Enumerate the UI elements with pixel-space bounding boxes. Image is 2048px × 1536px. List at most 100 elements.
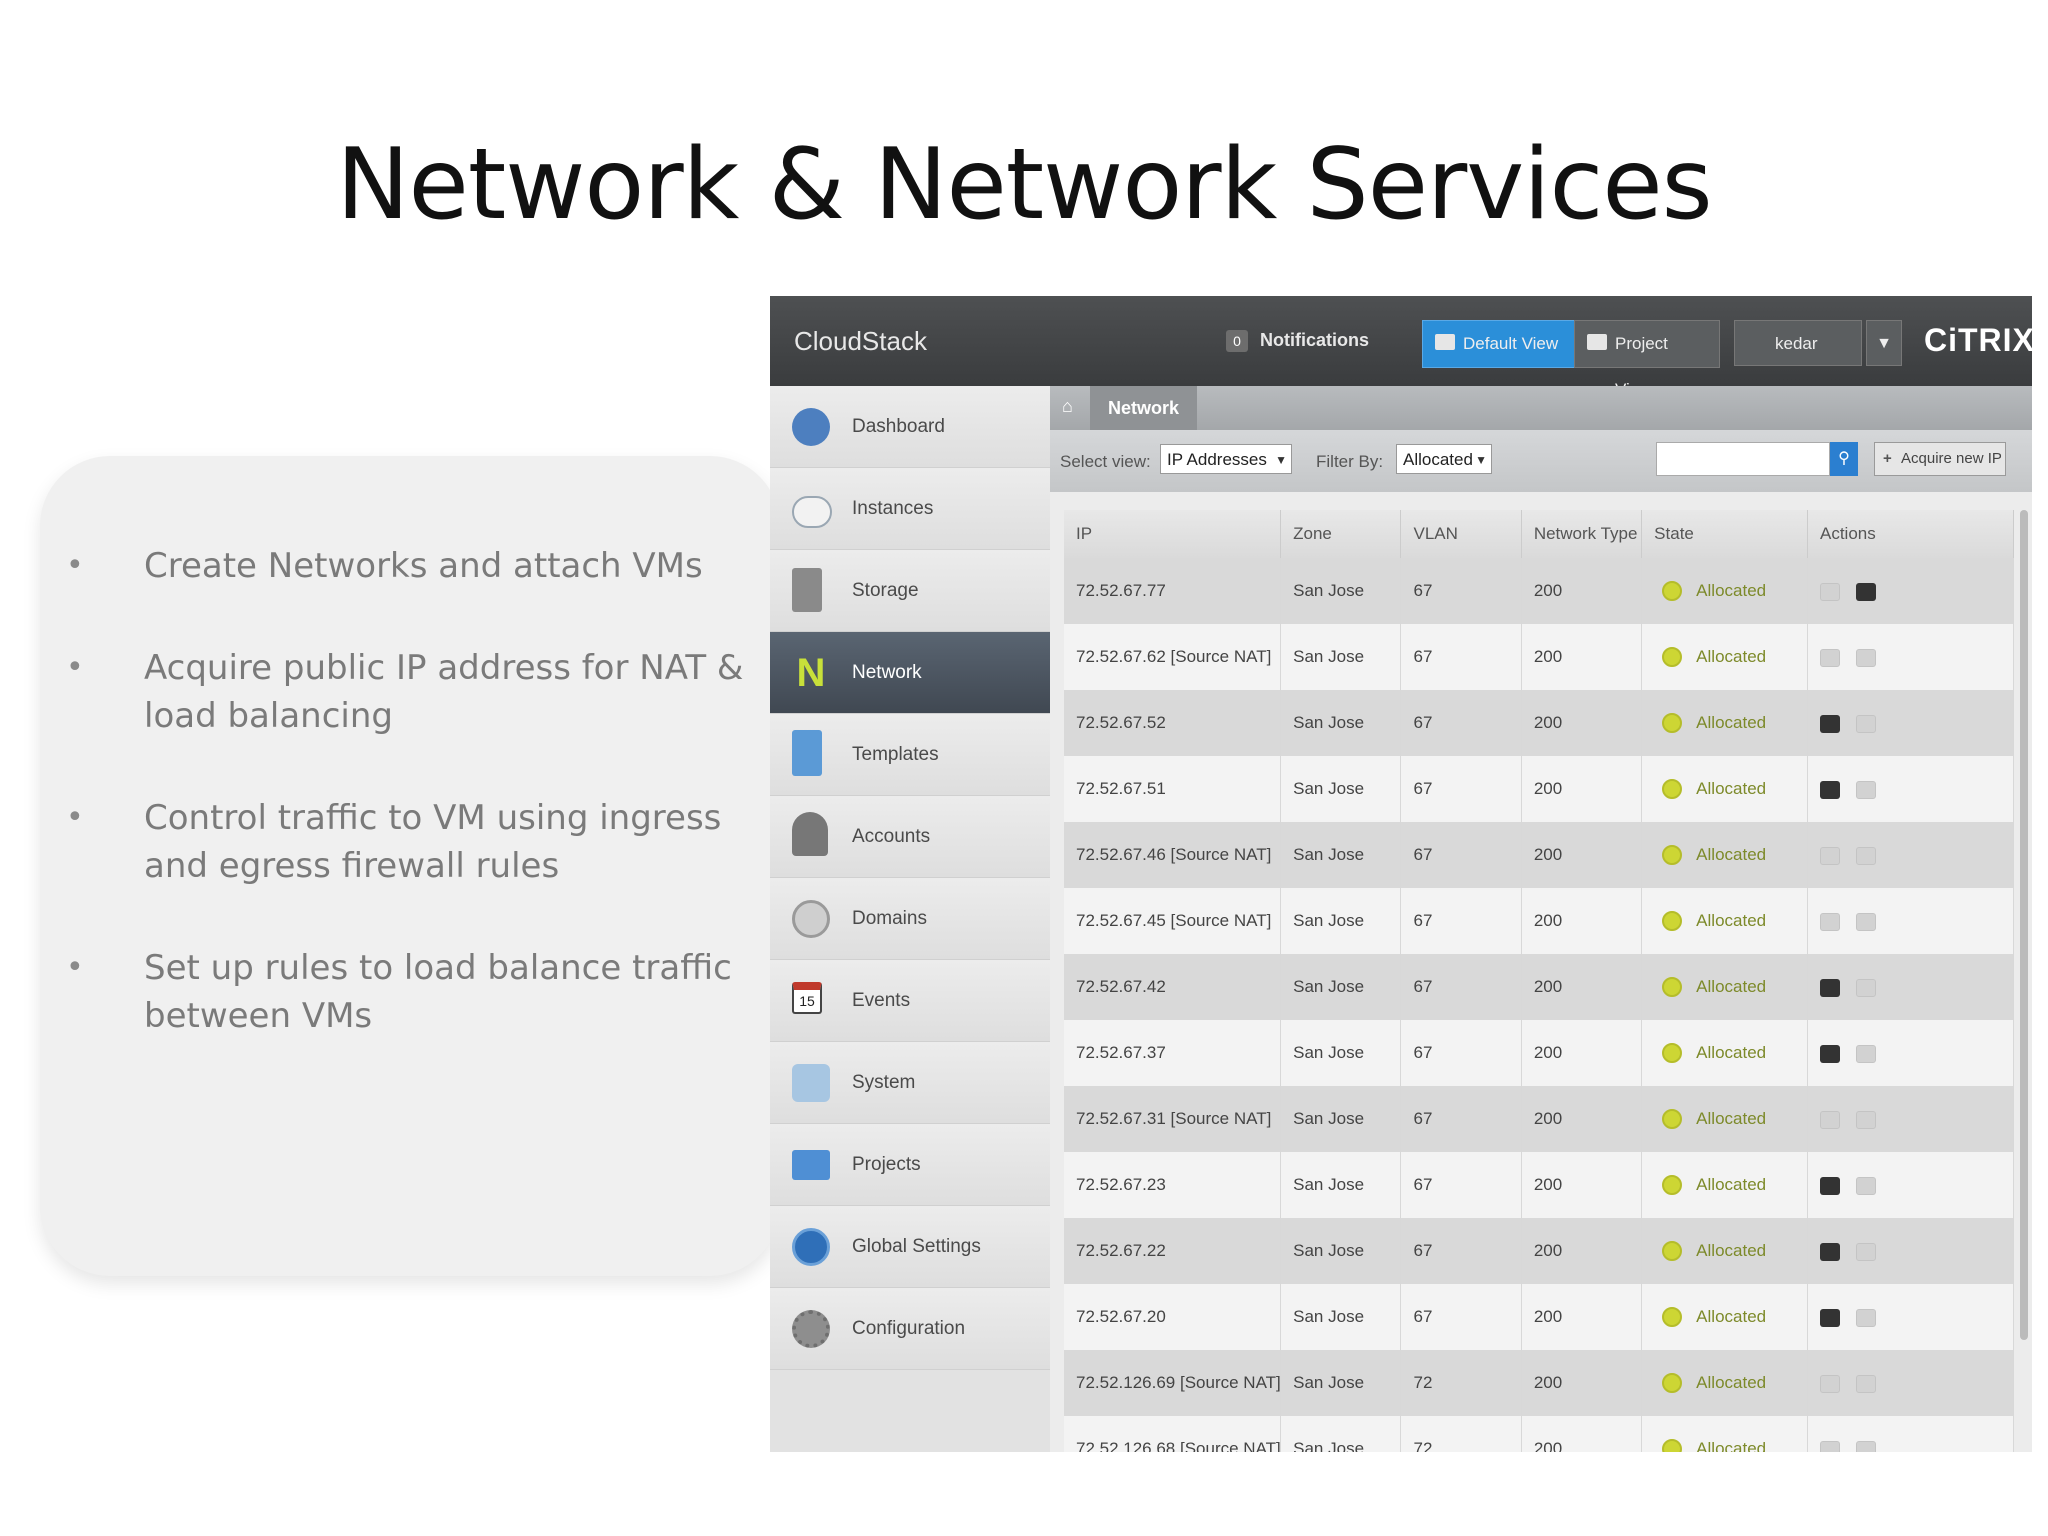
sidebar-item-domains[interactable]: Domains (770, 878, 1050, 960)
vertical-scrollbar[interactable] (2020, 510, 2028, 1340)
sidebar-item-global-settings[interactable]: Global Settings (770, 1206, 1050, 1288)
ip-cell[interactable]: 72.52.126.68 [Source NAT] (1064, 1416, 1282, 1452)
vlan-cell: 67 (1400, 1284, 1522, 1350)
state-text: Allocated (1696, 1438, 1767, 1452)
enable-static-nat-icon[interactable] (1820, 978, 1840, 997)
release-ip-icon[interactable] (1856, 1374, 1876, 1393)
ip-cell[interactable]: 72.52.67.42 (1064, 954, 1282, 1020)
table-row[interactable]: 72.52.67.22 San Jose 67 200 Allocated (1064, 1218, 2014, 1284)
ip-cell[interactable]: 72.52.67.52 (1064, 690, 1282, 756)
table-row[interactable]: 72.52.67.23 San Jose 67 200 Allocated (1064, 1152, 2014, 1218)
home-icon[interactable]: ⌂ (1062, 396, 1082, 418)
ip-cell[interactable]: 72.52.67.20 (1064, 1284, 1282, 1350)
table-row[interactable]: 72.52.67.51 San Jose 67 200 Allocated (1064, 756, 2014, 822)
enable-static-nat-icon[interactable] (1820, 780, 1840, 799)
table-row[interactable]: 72.52.67.52 San Jose 67 200 Allocated (1064, 690, 2014, 756)
sidebar-item-network[interactable]: N Network (770, 632, 1050, 714)
release-ip-icon[interactable] (1856, 846, 1876, 865)
release-ip-icon[interactable] (1856, 1044, 1876, 1063)
release-ip-icon[interactable] (1856, 1440, 1876, 1452)
state-cell: Allocated (1641, 1020, 1808, 1086)
table-row[interactable]: 72.52.67.20 San Jose 67 200 Allocated (1064, 1284, 2014, 1350)
enable-static-nat-icon[interactable] (1820, 912, 1840, 931)
column-header-vlan[interactable]: VLAN (1400, 510, 1522, 558)
ip-cell[interactable]: 72.52.67.45 [Source NAT] (1064, 888, 1282, 954)
sidebar-item-system[interactable]: System (770, 1042, 1050, 1124)
ip-cell[interactable]: 72.52.126.69 [Source NAT] (1064, 1350, 1282, 1416)
release-ip-icon[interactable] (1856, 648, 1876, 667)
enable-static-nat-icon[interactable] (1820, 582, 1840, 601)
release-ip-icon[interactable] (1856, 1242, 1876, 1261)
notifications-link[interactable]: Notifications (1260, 330, 1369, 351)
enable-static-nat-icon[interactable] (1820, 714, 1840, 733)
enable-static-nat-icon[interactable] (1820, 1110, 1840, 1129)
column-header-ip[interactable]: IP (1064, 510, 1282, 558)
actions-cell (1807, 1086, 2014, 1152)
release-ip-icon[interactable] (1856, 978, 1876, 997)
enable-static-nat-icon[interactable] (1820, 1044, 1840, 1063)
acquire-new-ip-button[interactable]: + Acquire new IP (1874, 442, 2006, 476)
actions-cell (1807, 1218, 2014, 1284)
search-icon[interactable]: ⚲ (1830, 442, 1858, 476)
table-row[interactable]: 72.52.67.45 [Source NAT] San Jose 67 200 All… (1064, 888, 2014, 954)
sidebar-item-events[interactable]: 15 Events (770, 960, 1050, 1042)
sidebar-item-templates[interactable]: Templates (770, 714, 1050, 796)
sidebar-item-configuration[interactable]: Configuration (770, 1288, 1050, 1370)
chevron-down-icon[interactable]: ▼ (1866, 320, 1902, 366)
sidebar-item-projects[interactable]: Projects (770, 1124, 1050, 1206)
zone-cell: San Jose (1280, 558, 1402, 624)
ip-cell[interactable]: 72.52.67.23 (1064, 1152, 1282, 1218)
state-text: Allocated (1696, 1042, 1767, 1062)
enable-static-nat-icon[interactable] (1820, 846, 1840, 865)
release-ip-icon[interactable] (1856, 1308, 1876, 1327)
column-header-zone[interactable]: Zone (1280, 510, 1402, 558)
filter-by-dropdown[interactable]: Allocated ▼ (1396, 444, 1492, 474)
table-row[interactable]: 72.52.67.77 San Jose 67 200 Allocated (1064, 558, 2014, 624)
ip-cell[interactable]: 72.52.67.77 (1064, 558, 1282, 624)
default-view-button[interactable]: Default View (1422, 320, 1588, 368)
top-bar: CloudStack 0 Notifications Default View … (770, 296, 2032, 399)
ip-cell[interactable]: 72.52.67.46 [Source NAT] (1064, 822, 1282, 888)
ip-cell[interactable]: 72.52.67.62 [Source NAT] (1064, 624, 1282, 690)
status-dot-icon (1662, 779, 1683, 800)
sidebar-item-dashboard[interactable]: Dashboard (770, 386, 1050, 468)
status-dot-icon (1662, 1307, 1683, 1328)
network-type-cell: 200 (1521, 690, 1643, 756)
table-row[interactable]: 72.52.67.46 [Source NAT] San Jose 67 200 All… (1064, 822, 2014, 888)
column-header-network-type[interactable]: Network Type (1521, 510, 1643, 558)
release-ip-icon[interactable] (1856, 1110, 1876, 1129)
table-row[interactable]: 72.52.67.42 San Jose 67 200 Allocated (1064, 954, 2014, 1020)
table-row[interactable]: 72.52.67.62 [Source NAT] San Jose 67 200 All… (1064, 624, 2014, 690)
enable-static-nat-icon[interactable] (1820, 1374, 1840, 1393)
ip-cell[interactable]: 72.52.67.31 [Source NAT] (1064, 1086, 1282, 1152)
user-menu-button[interactable]: kedar (1734, 320, 1862, 366)
actions-cell (1807, 1416, 2014, 1452)
select-view-dropdown[interactable]: IP Addresses ▼ (1160, 444, 1292, 474)
table-row[interactable]: 72.52.67.31 [Source NAT] San Jose 67 200 All… (1064, 1086, 2014, 1152)
table-row[interactable]: 72.52.126.68 [Source NAT] San Jose 72 200 Al… (1064, 1416, 2014, 1452)
status-dot-icon (1662, 1439, 1683, 1452)
release-ip-icon[interactable] (1856, 1176, 1876, 1195)
sidebar-item-instances[interactable]: Instances (770, 468, 1050, 550)
ip-cell[interactable]: 72.52.67.22 (1064, 1218, 1282, 1284)
project-view-button[interactable]: Project View (1574, 320, 1720, 399)
ip-cell[interactable]: 72.52.67.37 (1064, 1020, 1282, 1086)
enable-static-nat-icon[interactable] (1820, 1176, 1840, 1195)
enable-static-nat-icon[interactable] (1820, 648, 1840, 667)
enable-static-nat-icon[interactable] (1820, 1308, 1840, 1327)
table-row[interactable]: 72.52.126.69 [Source NAT] San Jose 72 200 Al… (1064, 1350, 2014, 1416)
release-ip-icon[interactable] (1856, 582, 1876, 601)
breadcrumb-network[interactable]: Network (1090, 386, 1198, 430)
release-ip-icon[interactable] (1856, 912, 1876, 931)
enable-static-nat-icon[interactable] (1820, 1440, 1840, 1452)
ip-cell[interactable]: 72.52.67.51 (1064, 756, 1282, 822)
search-input[interactable] (1656, 442, 1830, 476)
release-ip-icon[interactable] (1856, 714, 1876, 733)
sidebar-item-storage[interactable]: Storage (770, 550, 1050, 632)
table-row[interactable]: 72.52.67.37 San Jose 67 200 Allocated (1064, 1020, 2014, 1086)
release-ip-icon[interactable] (1856, 780, 1876, 799)
sidebar-item-accounts[interactable]: Accounts (770, 796, 1050, 878)
notifications-count[interactable]: 0 (1226, 330, 1248, 352)
column-header-state[interactable]: State (1641, 510, 1808, 558)
enable-static-nat-icon[interactable] (1820, 1242, 1840, 1261)
